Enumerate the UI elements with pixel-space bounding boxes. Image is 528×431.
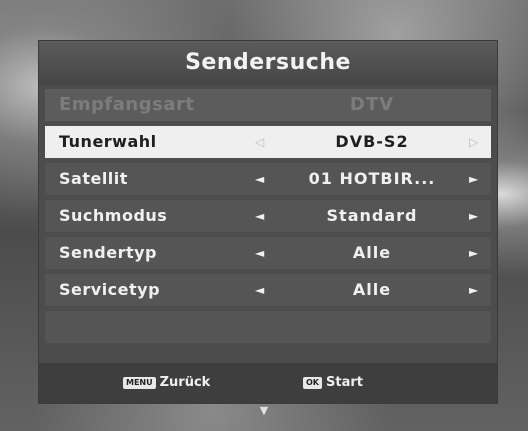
scroll-down-icon: ▼ — [259, 404, 269, 417]
channel-search-dialog: Sendersuche Empfangsart DTV Tunerwahl ◁ … — [38, 40, 498, 404]
setting-value: 01 HOTBIR... — [308, 169, 436, 188]
footer-hints: MENU Zurück OK Start — [39, 363, 497, 403]
arrow-right-icon[interactable]: ► — [469, 163, 478, 195]
start-label: Start — [326, 375, 363, 390]
empty-row — [45, 311, 491, 343]
arrow-left-icon[interactable]: ◄ — [255, 237, 264, 269]
setting-label: Suchmodus — [59, 206, 168, 225]
setting-label: Tunerwahl — [59, 132, 157, 151]
arrow-left-icon[interactable]: ◄ — [255, 200, 264, 232]
back-hint[interactable]: MENU Zurück — [123, 363, 210, 403]
settings-list: Empfangsart DTV Tunerwahl ◁ DVB-S2 ▷ Sat… — [39, 89, 497, 348]
arrow-left-icon[interactable]: ◄ — [255, 274, 264, 306]
start-hint[interactable]: OK Start — [303, 363, 363, 403]
setting-row-tunerwahl[interactable]: Tunerwahl ◁ DVB-S2 ▷ — [45, 126, 491, 158]
setting-row-empfangsart: Empfangsart DTV — [45, 89, 491, 121]
setting-row-sendertyp[interactable]: Sendertyp ◄ Alle ► — [45, 237, 491, 269]
arrow-left-icon[interactable]: ◁ — [255, 126, 264, 158]
setting-value: Alle — [352, 243, 392, 262]
menu-key-icon: MENU — [123, 376, 156, 389]
setting-label: Satellit — [59, 169, 128, 188]
setting-row-satellit[interactable]: Satellit ◄ 01 HOTBIR... ► — [45, 163, 491, 195]
arrow-right-icon[interactable]: ▷ — [469, 126, 478, 158]
setting-row-suchmodus[interactable]: Suchmodus ◄ Standard ► — [45, 200, 491, 232]
ok-key-icon: OK — [303, 376, 322, 389]
back-label: Zurück — [159, 375, 211, 390]
arrow-right-icon[interactable]: ► — [469, 200, 478, 232]
arrow-left-icon[interactable]: ◄ — [255, 163, 264, 195]
setting-value: DVB-S2 — [335, 132, 409, 151]
setting-label: Servicetyp — [59, 280, 161, 299]
arrow-right-icon[interactable]: ► — [469, 274, 478, 306]
setting-value: Alle — [352, 280, 392, 299]
dialog-title: Sendersuche — [39, 41, 497, 85]
setting-label: Empfangsart — [59, 94, 195, 115]
setting-row-servicetyp[interactable]: Servicetyp ◄ Alle ► — [45, 274, 491, 306]
setting-label: Sendertyp — [59, 243, 157, 262]
setting-value: Standard — [326, 206, 418, 225]
setting-value: DTV — [349, 94, 395, 115]
arrow-right-icon[interactable]: ► — [469, 237, 478, 269]
